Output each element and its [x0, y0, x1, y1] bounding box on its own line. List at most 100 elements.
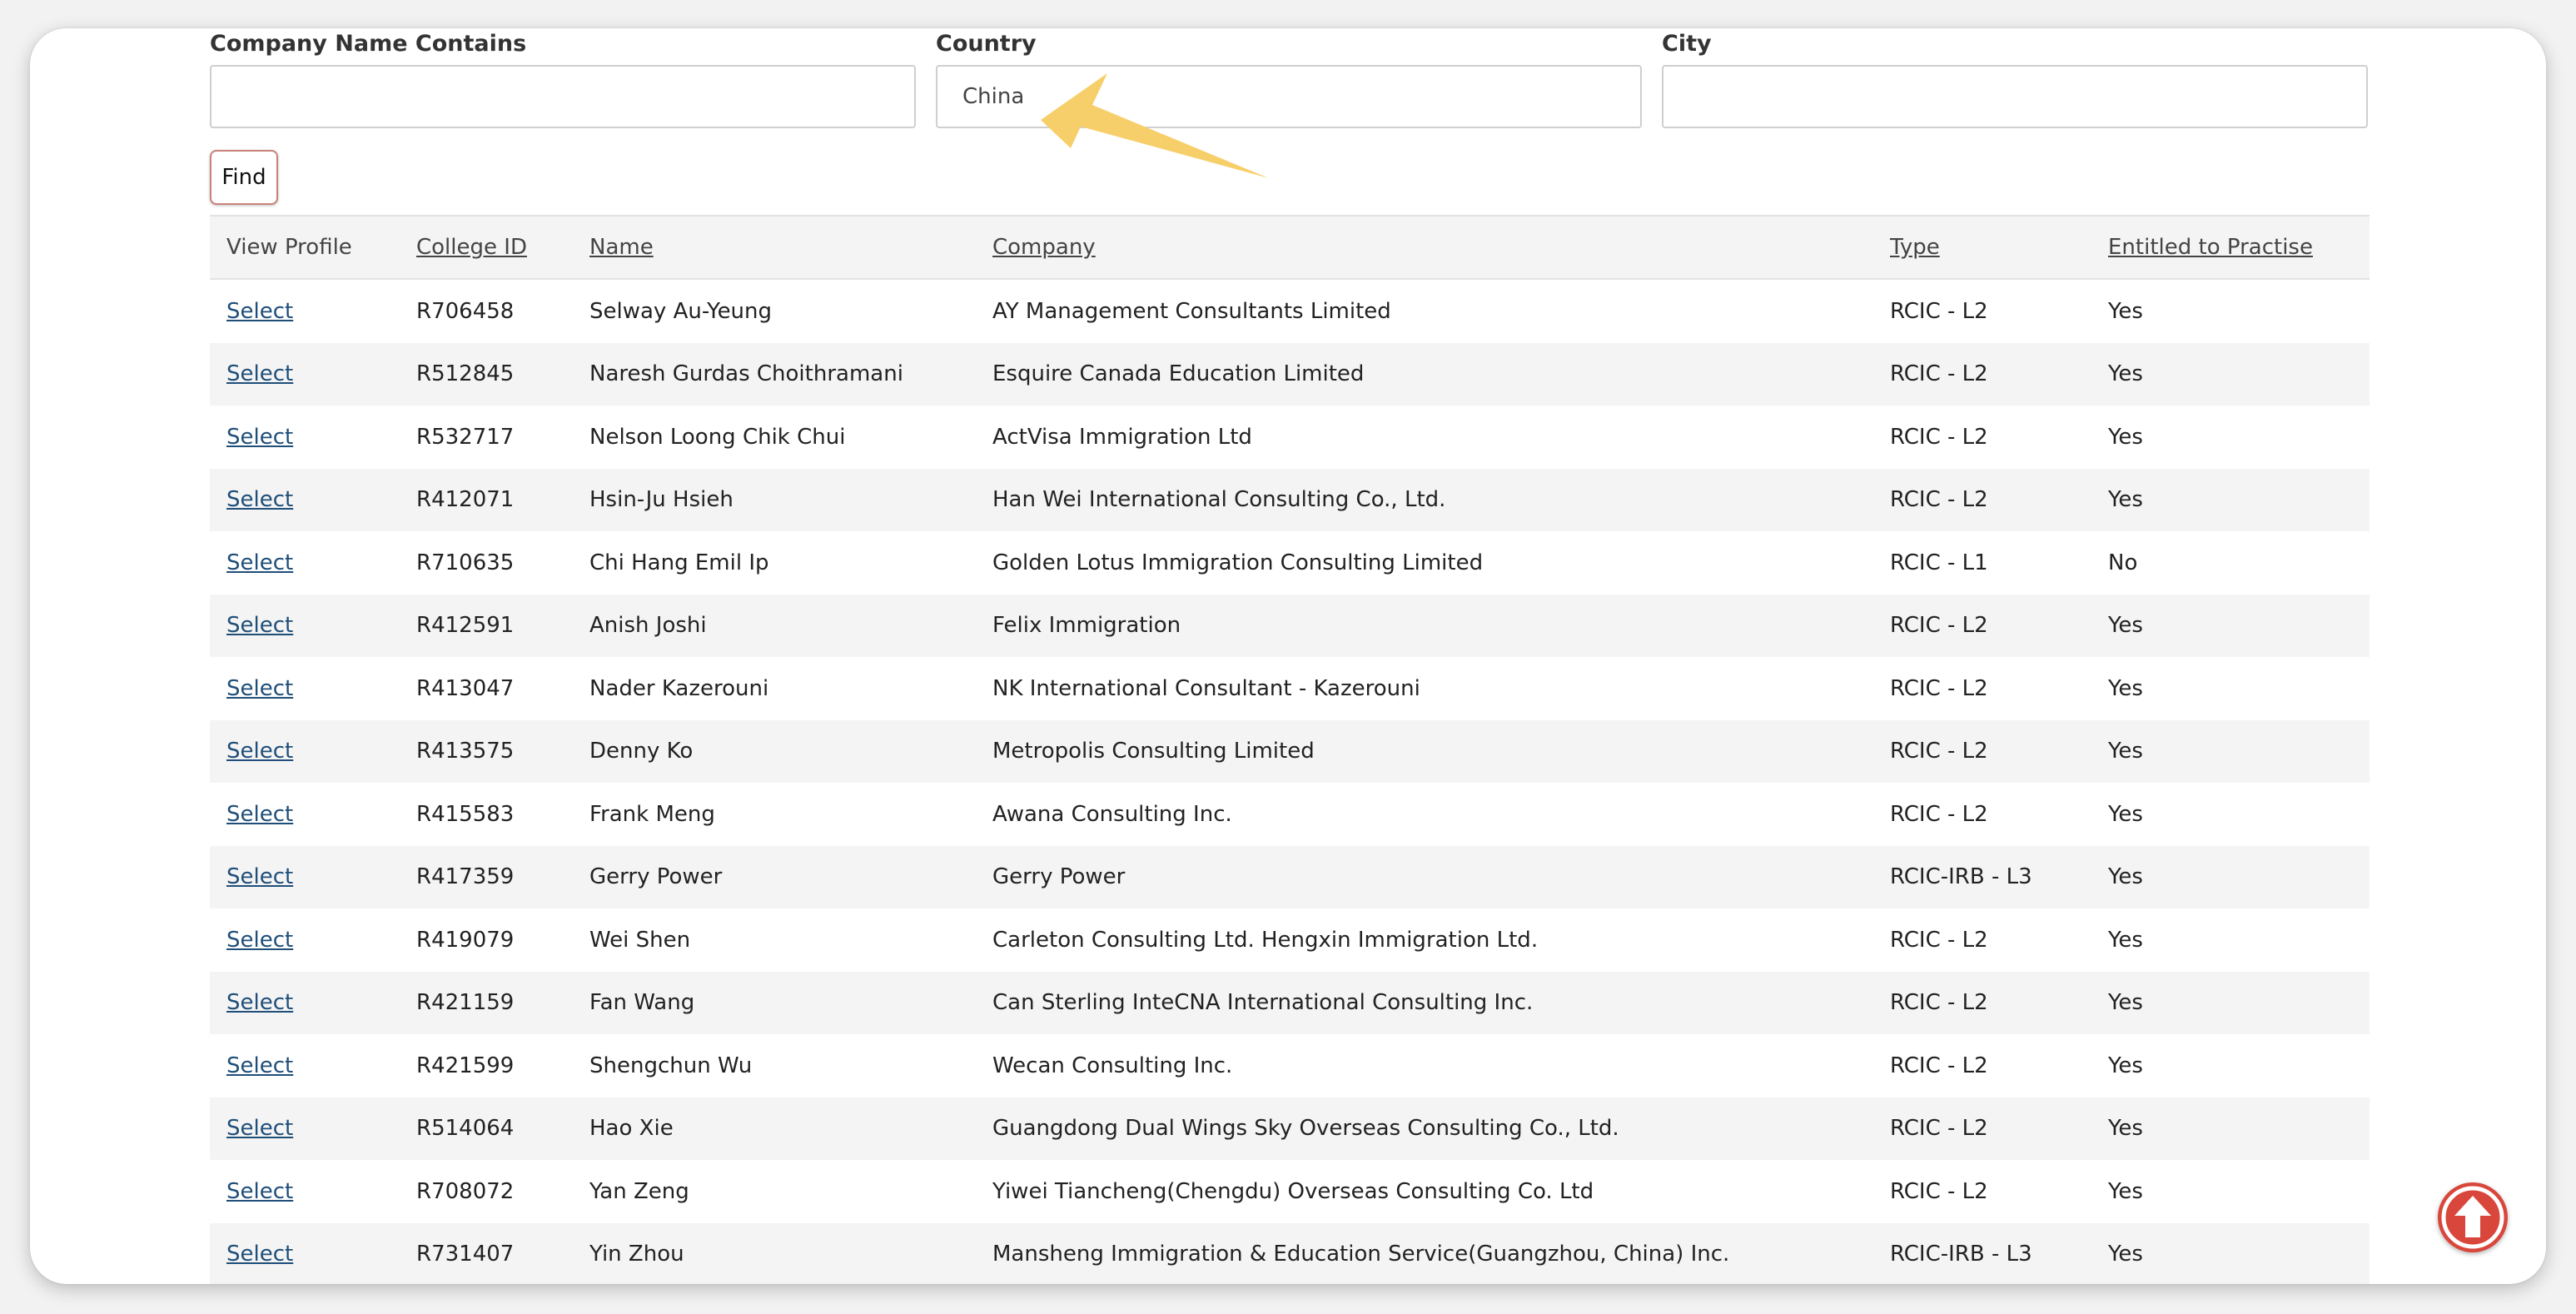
- view-profile-cell[interactable]: Select: [210, 845, 400, 908]
- select-profile-link[interactable]: Select: [226, 361, 293, 386]
- type-cell: RCIC - L2: [1873, 783, 2091, 846]
- sort-type-link[interactable]: Type: [1890, 235, 1940, 260]
- table-row: Select R413575 Denny Ko Metropolis Consulti…: [210, 719, 2370, 783]
- type-cell: RCIC-IRB - L3: [1873, 1222, 2091, 1284]
- college-id-cell: R413047: [400, 657, 573, 720]
- name-cell: Anish Joshi: [573, 594, 976, 657]
- table-row: Select R419079 Wei Shen Carleton Consulting…: [210, 908, 2370, 972]
- entitled-cell: No: [2091, 531, 2370, 595]
- entitled-cell: Yes: [2091, 1160, 2370, 1223]
- view-profile-cell[interactable]: Select: [210, 657, 400, 720]
- header-company[interactable]: Company: [976, 215, 1873, 280]
- select-profile-link[interactable]: Select: [226, 487, 293, 512]
- company-cell: ActVisa Immigration Ltd: [976, 406, 1873, 469]
- name-cell: Denny Ko: [573, 719, 976, 783]
- table-row: Select R417359 Gerry Power Gerry Power RCIC-…: [210, 845, 2370, 908]
- type-cell: RCIC - L2: [1873, 908, 2091, 972]
- select-profile-link[interactable]: Select: [226, 299, 293, 324]
- find-button[interactable]: Find: [210, 150, 278, 205]
- college-id-cell: R731407: [400, 1222, 573, 1284]
- company-cell: Han Wei International Consulting Co., Lt…: [976, 468, 1873, 531]
- select-profile-link[interactable]: Select: [226, 613, 293, 638]
- entitled-cell: Yes: [2091, 971, 2370, 1034]
- header-type[interactable]: Type: [1873, 215, 2091, 280]
- country-input[interactable]: [936, 65, 1642, 128]
- company-cell: Guangdong Dual Wings Sky Overseas Consul…: [976, 1097, 1873, 1160]
- entitled-cell: Yes: [2091, 279, 2370, 343]
- select-profile-link[interactable]: Select: [226, 1053, 293, 1078]
- table-row: Select R415583 Frank Meng Awana Consulting …: [210, 783, 2370, 846]
- select-profile-link[interactable]: Select: [226, 928, 293, 953]
- type-cell: RCIC - L2: [1873, 1034, 2091, 1097]
- college-id-cell: R512845: [400, 342, 573, 406]
- city-input[interactable]: [1662, 65, 2368, 128]
- company-cell: Felix Immigration: [976, 594, 1873, 657]
- search-filters: Company Name Contains Country City: [210, 28, 2370, 145]
- company-cell: Wecan Consulting Inc.: [976, 1034, 1873, 1097]
- table-row: Select R731407 Yin Zhou Mansheng Immigratio…: [210, 1222, 2370, 1284]
- view-profile-cell[interactable]: Select: [210, 783, 400, 846]
- select-profile-link[interactable]: Select: [226, 739, 293, 764]
- arrow-up-circle-icon: [2441, 1186, 2504, 1249]
- entitled-cell: Yes: [2091, 845, 2370, 908]
- select-profile-link[interactable]: Select: [226, 802, 293, 827]
- name-cell: Nader Kazerouni: [573, 657, 976, 720]
- type-cell: RCIC - L2: [1873, 719, 2091, 783]
- view-profile-cell[interactable]: Select: [210, 1097, 400, 1160]
- college-id-cell: R413575: [400, 719, 573, 783]
- company-filter: Company Name Contains: [210, 28, 916, 128]
- table-row: Select R706458 Selway Au-Yeung AY Managemen…: [210, 279, 2370, 343]
- company-cell: Metropolis Consulting Limited: [976, 719, 1873, 783]
- sort-entitled-link[interactable]: Entitled to Practise: [2108, 235, 2313, 260]
- name-cell: Chi Hang Emil Ip: [573, 531, 976, 595]
- entitled-cell: Yes: [2091, 594, 2370, 657]
- table-row: Select R413047 Nader Kazerouni NK Internati…: [210, 657, 2370, 720]
- select-profile-link[interactable]: Select: [226, 1116, 293, 1141]
- entitled-cell: Yes: [2091, 342, 2370, 406]
- header-college-id[interactable]: College ID: [400, 215, 573, 280]
- header-view-profile: View Profile: [210, 215, 400, 280]
- type-cell: RCIC - L2: [1873, 279, 2091, 343]
- view-profile-cell[interactable]: Select: [210, 908, 400, 972]
- select-profile-link[interactable]: Select: [226, 676, 293, 701]
- company-name-input[interactable]: [210, 65, 916, 128]
- view-profile-cell[interactable]: Select: [210, 468, 400, 531]
- select-profile-link[interactable]: Select: [226, 425, 293, 450]
- name-cell: Nelson Loong Chik Chui: [573, 406, 976, 469]
- header-name[interactable]: Name: [573, 215, 976, 280]
- view-profile-cell[interactable]: Select: [210, 1222, 400, 1284]
- college-id-cell: R419079: [400, 908, 573, 972]
- college-id-cell: R415583: [400, 783, 573, 846]
- table-row: Select R514064 Hao Xie Guangdong Dual Wings…: [210, 1097, 2370, 1160]
- view-profile-cell[interactable]: Select: [210, 342, 400, 406]
- type-cell: RCIC - L1: [1873, 531, 2091, 595]
- scroll-to-top-button[interactable]: [2438, 1182, 2508, 1252]
- select-profile-link[interactable]: Select: [226, 1179, 293, 1204]
- view-profile-cell[interactable]: Select: [210, 1034, 400, 1097]
- company-cell: NK International Consultant - Kazerouni: [976, 657, 1873, 720]
- view-profile-cell[interactable]: Select: [210, 531, 400, 595]
- view-profile-cell[interactable]: Select: [210, 719, 400, 783]
- entitled-cell: Yes: [2091, 1034, 2370, 1097]
- select-profile-link[interactable]: Select: [226, 1242, 293, 1267]
- sort-college-id-link[interactable]: College ID: [416, 235, 527, 260]
- select-profile-link[interactable]: Select: [226, 550, 293, 575]
- sort-company-link[interactable]: Company: [992, 235, 1096, 260]
- view-profile-cell[interactable]: Select: [210, 594, 400, 657]
- view-profile-cell[interactable]: Select: [210, 971, 400, 1034]
- college-id-cell: R532717: [400, 406, 573, 469]
- name-cell: Fan Wang: [573, 971, 976, 1034]
- company-cell: Mansheng Immigration & Education Service…: [976, 1222, 1873, 1284]
- table-row: Select R421599 Shengchun Wu Wecan Consultin…: [210, 1034, 2370, 1097]
- entitled-cell: Yes: [2091, 657, 2370, 720]
- view-profile-cell[interactable]: Select: [210, 279, 400, 343]
- select-profile-link[interactable]: Select: [226, 864, 293, 889]
- sort-name-link[interactable]: Name: [589, 235, 654, 260]
- entitled-cell: Yes: [2091, 719, 2370, 783]
- header-entitled[interactable]: Entitled to Practise: [2091, 215, 2370, 280]
- company-name-label: Company Name Contains: [210, 31, 527, 57]
- entitled-cell: Yes: [2091, 908, 2370, 972]
- view-profile-cell[interactable]: Select: [210, 406, 400, 469]
- select-profile-link[interactable]: Select: [226, 990, 293, 1015]
- view-profile-cell[interactable]: Select: [210, 1160, 400, 1223]
